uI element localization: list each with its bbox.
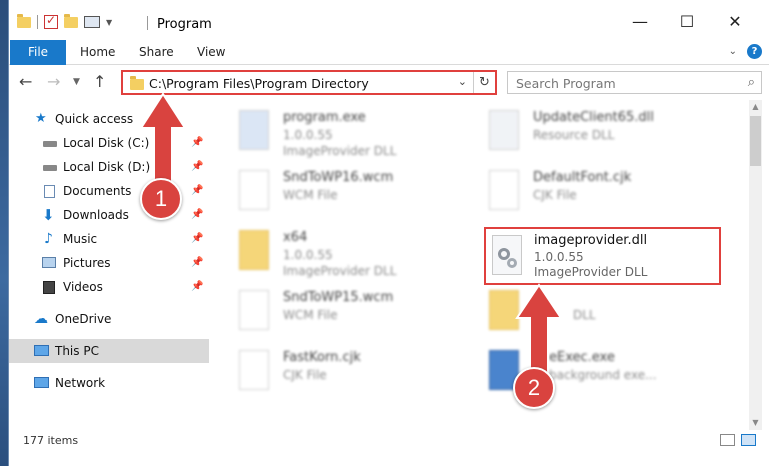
step-1-badge: 1 <box>140 178 182 220</box>
arrow-step-1 <box>139 92 187 191</box>
annotation-arrows <box>139 92 563 376</box>
arrow-step-2 <box>515 283 563 376</box>
step-2-badge: 2 <box>513 367 555 409</box>
